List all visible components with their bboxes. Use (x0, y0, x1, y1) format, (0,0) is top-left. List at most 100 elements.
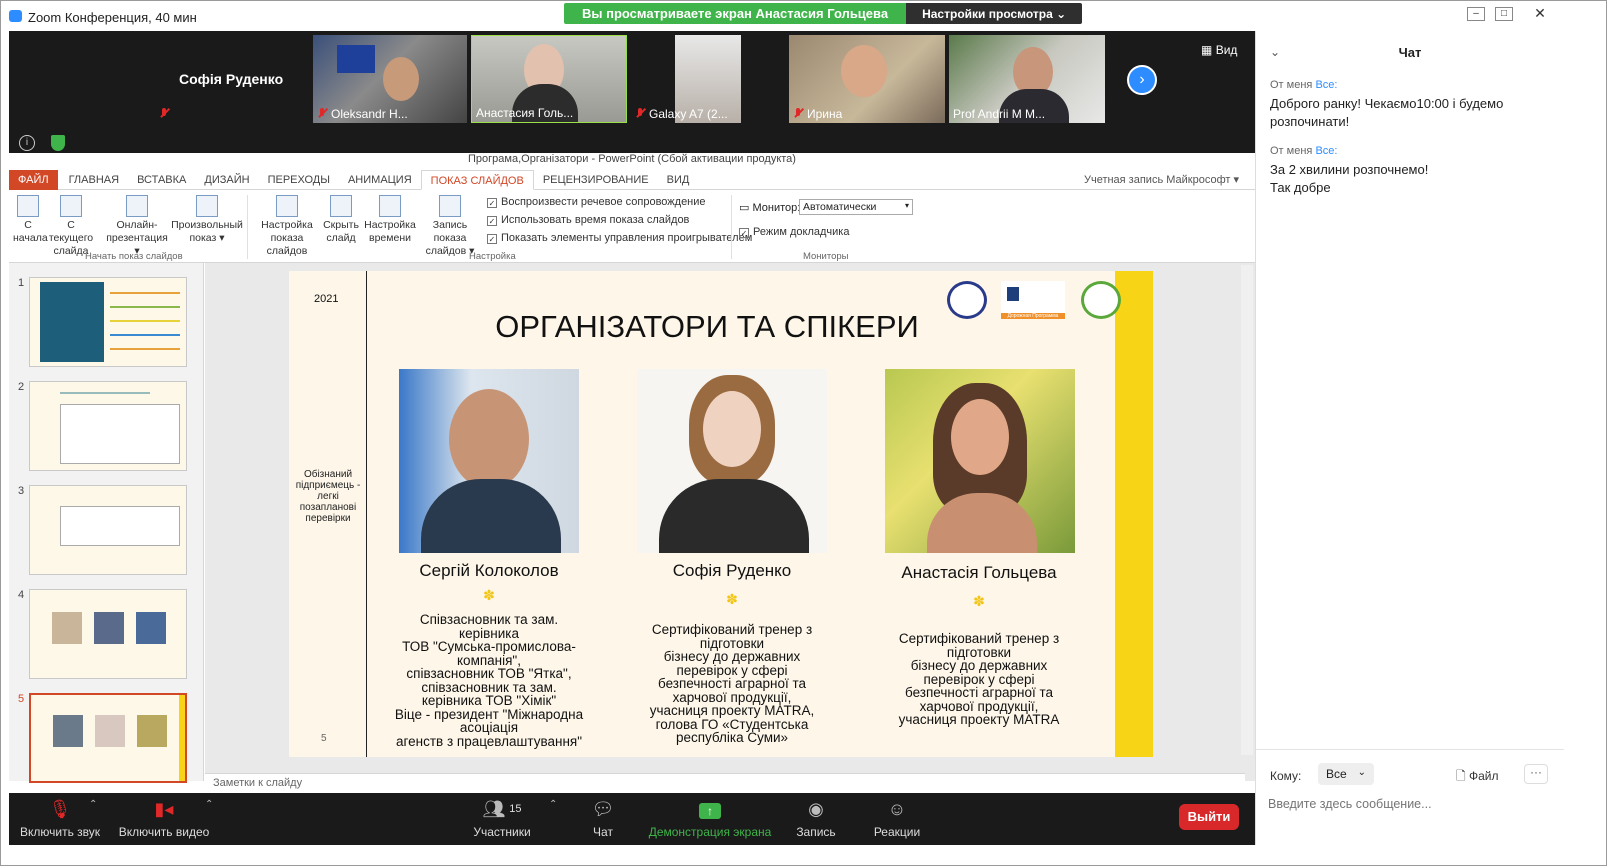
account-menu[interactable]: Учетная запись Майкрософт ▾ (1084, 173, 1239, 186)
chat-input[interactable] (1268, 793, 1554, 815)
video-tile[interactable]: Ирина (789, 35, 945, 123)
speaker-photo (399, 369, 579, 553)
video-tile-name-only[interactable]: Софія Руденко (155, 35, 309, 123)
tab-review[interactable]: РЕЦЕНЗИРОВАНИЕ (534, 170, 658, 190)
chat-message-meta: От меня Все: (1270, 145, 1338, 157)
record-show-button[interactable]: Запись показа слайдов ▾ (415, 195, 485, 258)
chat-button[interactable]: 💬︎ Чат (583, 799, 623, 839)
thumb-photo (53, 715, 83, 747)
recipient-link[interactable]: Все: (1315, 145, 1337, 157)
slide-canvas[interactable]: 2021 Обізнаний підприємець - легкі позап… (289, 271, 1153, 757)
group-separator (247, 195, 248, 259)
minimize-icon[interactable]: – (1467, 7, 1485, 21)
start-video-button[interactable]: ▮◂ Включить видео (117, 799, 211, 839)
desc-line: перевірок у сфері (923, 671, 1035, 687)
desc-line: безпечності аграрної та (905, 685, 1053, 700)
slide-thumbnail[interactable] (29, 589, 187, 679)
video-options-icon[interactable]: ⌃ (205, 799, 213, 810)
thumb-photo (52, 612, 82, 644)
recipient-link[interactable]: Все: (1315, 79, 1337, 91)
slide-notes[interactable]: Заметки к слайду (205, 773, 1245, 791)
share-banner: Вы просматриваете экран Анастасия Гольце… (564, 3, 1083, 24)
program-logo: Дорожная Программа (1001, 281, 1065, 319)
chat-panel: ⌄ Чат От меня Все: Доброго ранку! Чекаєм… (1255, 31, 1564, 845)
speaker-body (421, 479, 561, 553)
speaker-photo (885, 369, 1075, 553)
speaker-name: Анастасія Гольцева (901, 563, 1057, 582)
audio-options-icon[interactable]: ⌃ (89, 799, 97, 810)
share-status: Вы просматриваете экран Анастасия Гольце… (564, 3, 907, 24)
video-tile[interactable]: Oleksandr H... (313, 35, 467, 123)
tab-design[interactable]: ДИЗАЙН (195, 170, 258, 190)
view-button[interactable]: ▦ Вид (1201, 43, 1237, 57)
eu-flag-image (337, 45, 375, 73)
window-title: Zoom Конференция, 40 мин (28, 10, 197, 25)
tab-view[interactable]: ВИД (658, 170, 699, 190)
speaker-face (449, 389, 529, 489)
tab-transitions[interactable]: ПЕРЕХОДЫ (259, 170, 339, 190)
hide-slide-button[interactable]: Скрыть слайд (321, 195, 361, 245)
powerpoint-title: Програма,Організатори - PowerPoint (Сбой… (468, 153, 796, 165)
grid-icon: ▦ (1201, 43, 1213, 57)
slide-title: ОРГАНІЗАТОРИ ТА СПІКЕРИ (495, 309, 919, 344)
slide-thumbnail[interactable] (29, 381, 187, 471)
more-options-icon[interactable]: ··· (1524, 764, 1548, 784)
desc-line: керівника (459, 625, 519, 641)
dropdown-icon: ▾ (904, 201, 909, 210)
next-page-button[interactable]: › (1127, 65, 1157, 95)
mic-muted-icon (793, 108, 803, 118)
media-controls-checkbox[interactable]: ✓ Показать элементы управления проигрыват… (487, 232, 752, 244)
setup-show-button[interactable]: Настройка показа слайдов (249, 195, 325, 258)
reactions-button[interactable]: ☺ Реакции (869, 799, 925, 839)
share-screen-button[interactable]: ↑ Демонстрация экрана (645, 799, 775, 839)
maximize-icon[interactable]: □ (1495, 7, 1513, 21)
chat-divider (1256, 749, 1564, 750)
file-button[interactable]: 🗋 Файл (1456, 767, 1499, 788)
record-icon (439, 195, 461, 217)
slide-thumbnail[interactable] (29, 277, 187, 367)
participant-name: Galaxy A7 (2... (649, 107, 728, 121)
presenter-view-checkbox[interactable]: ✓ Режим докладчика (739, 226, 849, 238)
record-button[interactable]: ◉ Запись (793, 799, 839, 839)
close-icon[interactable]: ✕ (1531, 6, 1549, 21)
monitor-select[interactable]: Автоматически ▾ (799, 199, 913, 215)
checkbox-checked-icon: ✓ (487, 234, 497, 244)
online-presentation-button[interactable]: Онлайн-презентация ▾ (103, 195, 171, 258)
video-tile[interactable]: Galaxy A7 (2... (631, 35, 785, 123)
tab-slideshow[interactable]: ПОКАЗ СЛАЙДОВ (420, 169, 534, 190)
slide-scrollbar[interactable] (1241, 265, 1253, 755)
tab-home[interactable]: ГЛАВНАЯ (60, 170, 128, 190)
info-icon[interactable]: i (19, 135, 35, 151)
globe-icon (126, 195, 148, 217)
participants-options-icon[interactable]: ⌃ (549, 799, 557, 810)
tab-insert[interactable]: ВСТАВКА (128, 170, 195, 190)
slide-thumbnail-selected[interactable] (29, 693, 187, 783)
university-logo (947, 281, 987, 319)
tab-animation[interactable]: АНИМАЦИЯ (339, 170, 421, 190)
chat-message: Доброго ранку! Чекаємо10:00 і будемо роз… (1270, 96, 1504, 129)
from-current-button[interactable]: С текущего слайда (45, 195, 97, 258)
narration-checkbox[interactable]: ✓ Воспроизвести речевое сопровождение (487, 196, 706, 208)
thumb-image (40, 282, 104, 362)
security-shield-icon[interactable] (51, 135, 65, 151)
tab-file[interactable]: ФАЙЛ (9, 169, 58, 190)
video-tile-active-speaker[interactable]: Анастасия Голь... (471, 35, 627, 123)
rehearse-timings-button[interactable]: Настройка времени (363, 195, 417, 245)
timings-checkbox[interactable]: ✓ Использовать время показа слайдов (487, 214, 689, 226)
thumb-line (60, 392, 150, 394)
video-tile[interactable]: Prof Andrii M M... (949, 35, 1105, 123)
leave-button[interactable]: Выйти (1179, 804, 1239, 830)
participant-face (383, 57, 419, 101)
speaker-body (659, 479, 809, 553)
speaker-name: Сергій Колоколов (419, 561, 559, 580)
view-settings-button[interactable]: Настройки просмотра ⌄ (906, 3, 1083, 24)
custom-show-button[interactable]: Произвольный показ ▾ (171, 195, 243, 245)
recipient-select[interactable]: Все ⌄ (1318, 763, 1374, 785)
ribbon: Сначала С текущего слайда Онлайн-презента… (9, 191, 1255, 263)
desc-line: республіка Суми» (675, 730, 789, 745)
slide-thumbnail[interactable] (29, 485, 187, 575)
from-start-button[interactable]: Сначала (13, 195, 48, 245)
checkbox-checked-icon: ✓ (487, 216, 497, 226)
participants-button[interactable]: 👥︎ 15 Участники (469, 799, 535, 839)
participant-name: Ирина (807, 107, 843, 121)
